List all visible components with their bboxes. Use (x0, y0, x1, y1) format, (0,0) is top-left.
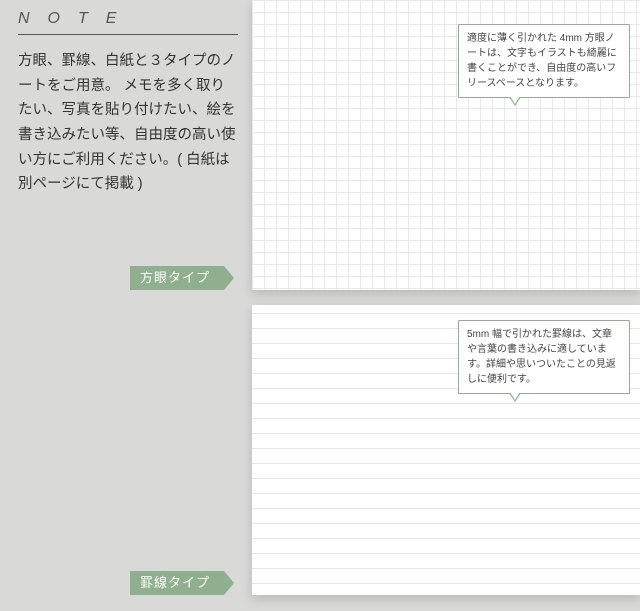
ruled-type-label: 罫線タイプ (130, 571, 224, 595)
grid-type-label: 方眼タイプ (130, 266, 224, 290)
ruled-callout: 5mm 幅で引かれた罫線は、文章や言葉の書き込みに適しています。詳細や思いついた… (458, 320, 630, 394)
section-heading: NOTE (18, 10, 238, 35)
section-description: 方眼、罫線、白紙と３タイプのノートをご用意。 メモを多く取りたい、写真を貼り付け… (18, 49, 238, 197)
grid-callout: 適度に薄く引かれた 4mm 方眼ノートは、文字もイラストも綺麗に書くことができ、… (458, 24, 630, 98)
left-column: NOTE 方眼、罫線、白紙と３タイプのノートをご用意。 メモを多く取りたい、写真… (18, 10, 238, 197)
